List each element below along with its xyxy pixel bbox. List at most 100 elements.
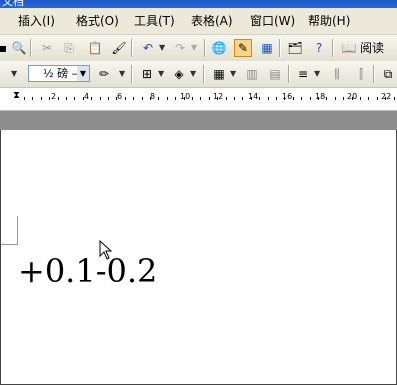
- shading-dropdown-icon[interactable]: ▼: [190, 69, 196, 78]
- font-size-select[interactable]: ½ 磅 — ▼: [28, 65, 90, 82]
- ruler-tick: [175, 97, 176, 100]
- separator: [332, 39, 334, 57]
- menu-help[interactable]: 帮助(H): [308, 13, 350, 29]
- ruler-tick: [66, 97, 67, 100]
- font-size-value: ½ 磅: [43, 67, 69, 80]
- separator: [30, 39, 32, 57]
- help-icon[interactable]: ?: [310, 39, 328, 57]
- ruler-tick: [167, 97, 168, 100]
- format-painter-icon[interactable]: 🖌: [110, 39, 128, 57]
- ruler-label: 18: [315, 92, 326, 101]
- ruler-tick: [242, 97, 243, 100]
- separator: [203, 65, 205, 83]
- insert-table-icon[interactable]: ▦: [258, 39, 276, 57]
- ruler-tick: [259, 97, 260, 100]
- insert-table-dropdown-icon[interactable]: ▼: [230, 69, 236, 78]
- horizontal-ruler[interactable]: ⧗ 2 4 6 8 10 12 14 16 18 20 22: [0, 88, 397, 111]
- ruler-tick: [74, 97, 75, 100]
- document-page[interactable]: +0.1-0.2: [0, 130, 397, 385]
- ruler-tick: [226, 97, 227, 100]
- border-dropdown-icon[interactable]: ▼: [158, 69, 164, 78]
- read-button-label[interactable]: 阅读: [360, 40, 384, 56]
- ruler-tick: [142, 97, 143, 100]
- ruler-tick: [368, 97, 369, 100]
- menu-format[interactable]: 格式(O): [76, 13, 119, 29]
- distribute-columns-icon[interactable]: ⫿: [352, 65, 370, 83]
- ruler-tick: [58, 97, 59, 100]
- ruler-tick: [343, 97, 344, 100]
- ruler-label: 22: [381, 92, 392, 101]
- ruler-tick: [326, 97, 327, 100]
- ruler-tick: [100, 97, 101, 100]
- undo-icon[interactable]: ↶: [139, 39, 157, 57]
- ruler-tick: [310, 97, 311, 100]
- separator: [279, 39, 281, 57]
- document-map-icon[interactable]: 🗂: [286, 39, 304, 57]
- print-preview-icon[interactable]: 🔍: [10, 39, 28, 57]
- ruler-tick: [83, 97, 84, 100]
- ruler-tick: [24, 97, 25, 100]
- ruler-tick: [32, 97, 33, 100]
- ruler-tick: [108, 97, 109, 100]
- redo-dropdown-icon[interactable]: ▼: [191, 43, 197, 52]
- border-icon[interactable]: ⊞: [138, 65, 156, 83]
- menu-tools[interactable]: 工具(T): [134, 13, 175, 29]
- read-icon[interactable]: 📖: [340, 39, 358, 57]
- ruler-tick: [192, 97, 193, 100]
- undo-dropdown-icon[interactable]: ▼: [159, 43, 165, 52]
- copy-icon[interactable]: ⎘: [60, 39, 78, 57]
- ruler-label: 14: [248, 92, 259, 101]
- tables-borders-icon[interactable]: ✎: [234, 39, 252, 57]
- ruler-tick: [41, 97, 42, 100]
- separator: [131, 65, 133, 83]
- document-text[interactable]: +0.1-0.2: [18, 251, 157, 291]
- ruler-tick: [116, 97, 117, 100]
- ruler-tick: [268, 97, 269, 100]
- ruler-tick: [91, 97, 92, 100]
- menu-window[interactable]: 窗口(W): [250, 13, 295, 29]
- hyperlink-icon[interactable]: 🌐: [210, 39, 228, 57]
- window-title: 文档: [2, 0, 24, 8]
- standard-toolbar: ▪ 🔍 ✂ ⎘ 📋 🖌 ↶ ▼ ↷ ▼ 🌐 ✎ ▦ 🗂 ? 📖 阅读: [0, 35, 397, 62]
- ruler-label: 12: [213, 92, 224, 101]
- ruler-gray-band: [0, 111, 397, 130]
- line-color-icon[interactable]: ✏: [95, 65, 113, 83]
- separator: [373, 65, 375, 83]
- ruler-tick: [276, 97, 277, 100]
- ruler-tick: [385, 97, 386, 100]
- ruler-tick: [209, 97, 210, 100]
- ruler-tick: [200, 97, 201, 100]
- align-icon[interactable]: ≡: [294, 65, 312, 83]
- ruler-tick: [125, 97, 126, 100]
- ruler-tick: [377, 97, 378, 100]
- mouse-pointer-icon: [99, 240, 113, 260]
- autoformat-icon[interactable]: ⧉: [379, 65, 397, 83]
- style-dropdown-icon[interactable]: ▼: [11, 69, 17, 78]
- ruler-tick: [234, 97, 235, 100]
- line-color-dropdown-icon[interactable]: ▼: [119, 69, 125, 78]
- shading-color-icon[interactable]: ◈: [170, 65, 188, 83]
- ruler-label: 10: [180, 92, 191, 101]
- formatting-toolbar: ▼ ½ 磅 — ▼ ✏ ▼ ⊞ ▼ ◈ ▼ ▦ ▼ ▥ ▤ ≡ ▼ ⫼ ⫿ ⧉: [0, 61, 397, 88]
- paste-icon[interactable]: 📋: [86, 39, 104, 57]
- chevron-down-icon[interactable]: ▼: [77, 66, 89, 81]
- menu-insert[interactable]: 插入(I): [18, 13, 55, 29]
- insert-table-grid-icon[interactable]: ▦: [210, 65, 228, 83]
- ruler-tick: [49, 97, 50, 100]
- cut-icon[interactable]: ✂: [38, 39, 56, 57]
- ruler-tick: [318, 97, 319, 100]
- indent-marker-icon[interactable]: ⧗: [13, 90, 20, 101]
- align-dropdown-icon[interactable]: ▼: [314, 69, 320, 78]
- ruler-tick: [352, 97, 353, 100]
- menu-table[interactable]: 表格(A): [191, 13, 233, 29]
- ruler-tick: [360, 97, 361, 100]
- separator: [204, 39, 206, 57]
- distribute-rows-icon[interactable]: ⫼: [328, 65, 346, 83]
- redo-icon[interactable]: ↷: [171, 39, 189, 57]
- merge-cells-icon[interactable]: ▥: [243, 65, 261, 83]
- ruler-tick: [293, 97, 294, 100]
- split-cells-icon[interactable]: ▤: [266, 65, 284, 83]
- ruler-tick: [284, 97, 285, 100]
- margin-corner-mark: [1, 216, 18, 245]
- ruler-tick: [217, 97, 218, 100]
